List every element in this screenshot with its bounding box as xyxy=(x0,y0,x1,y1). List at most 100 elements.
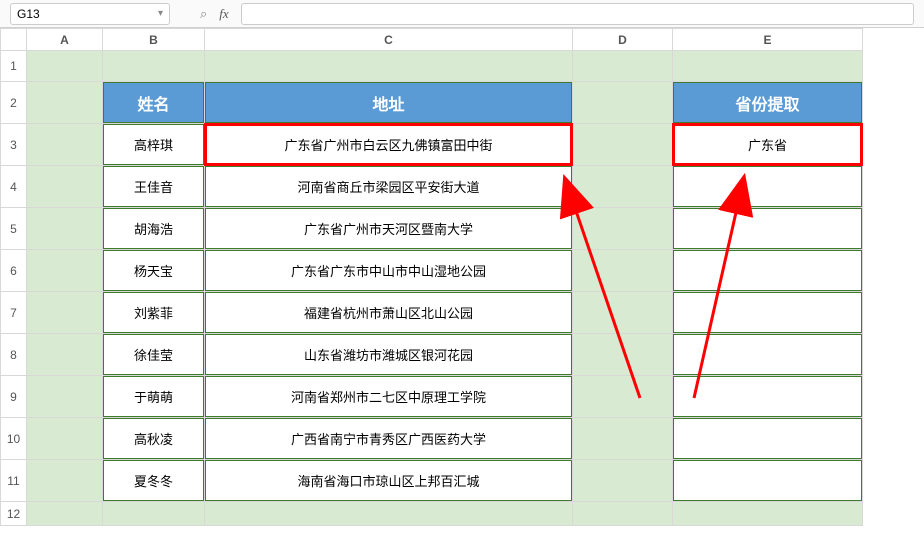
cell-C7[interactable]: 福建省杭州市萧山区北山公园 xyxy=(205,292,573,334)
cell-B3[interactable]: 高梓琪 xyxy=(103,124,205,166)
name-box[interactable]: G13 ▾ xyxy=(10,3,170,25)
cell-A9[interactable] xyxy=(27,376,103,418)
data-name-7: 高秋凌 xyxy=(103,418,204,459)
row-header-6[interactable]: 6 xyxy=(1,250,27,292)
data-addr-3: 广东省广东市中山市中山湿地公园 xyxy=(205,250,572,291)
data-extract-8 xyxy=(673,460,862,501)
cell-B6[interactable]: 杨天宝 xyxy=(103,250,205,292)
cell-A7[interactable] xyxy=(27,292,103,334)
col-header-C[interactable]: C xyxy=(205,29,573,51)
cell-C4[interactable]: 河南省商丘市梁园区平安街大道 xyxy=(205,166,573,208)
cell-E1[interactable] xyxy=(673,51,863,82)
cell-A3[interactable] xyxy=(27,124,103,166)
col-header-E[interactable]: E xyxy=(673,29,863,51)
cell-E4[interactable] xyxy=(673,166,863,208)
cell-E5[interactable] xyxy=(673,208,863,250)
row-header-11[interactable]: 11 xyxy=(1,460,27,502)
cell-A12[interactable] xyxy=(27,502,103,526)
data-addr-0: 广东省广州市白云区九佛镇富田中街 xyxy=(205,124,572,165)
cell-D10[interactable] xyxy=(573,418,673,460)
cell-C9[interactable]: 河南省郑州市二七区中原理工学院 xyxy=(205,376,573,418)
cell-A11[interactable] xyxy=(27,460,103,502)
chevron-down-icon[interactable]: ▾ xyxy=(158,8,163,19)
cell-A5[interactable] xyxy=(27,208,103,250)
cell-D3[interactable] xyxy=(573,124,673,166)
data-extract-5 xyxy=(673,334,862,375)
row-header-1[interactable]: 1 xyxy=(1,51,27,82)
cell-D2[interactable] xyxy=(573,82,673,124)
cell-B9[interactable]: 于萌萌 xyxy=(103,376,205,418)
row-header-9[interactable]: 9 xyxy=(1,376,27,418)
cell-D12[interactable] xyxy=(573,502,673,526)
data-extract-3 xyxy=(673,250,862,291)
cell-C8[interactable]: 山东省潍坊市潍城区银河花园 xyxy=(205,334,573,376)
data-addr-1: 河南省商丘市梁园区平安街大道 xyxy=(205,166,572,207)
cell-D8[interactable] xyxy=(573,334,673,376)
cell-E11[interactable] xyxy=(673,460,863,502)
cell-B1[interactable] xyxy=(103,51,205,82)
data-extract-0: 广东省 xyxy=(673,124,862,165)
cell-E2[interactable]: 省份提取 xyxy=(673,82,863,124)
cell-C6[interactable]: 广东省广东市中山市中山湿地公园 xyxy=(205,250,573,292)
col-header-B[interactable]: B xyxy=(103,29,205,51)
spreadsheet-grid[interactable]: A B C D E 1 2 姓名 地址 省份提取 xyxy=(0,28,863,526)
search-icon[interactable]: ⌕ xyxy=(200,6,207,22)
cell-C10[interactable]: 广西省南宁市青秀区广西医药大学 xyxy=(205,418,573,460)
select-all-corner[interactable] xyxy=(1,29,27,51)
cell-E9[interactable] xyxy=(673,376,863,418)
cell-C5[interactable]: 广东省广州市天河区暨南大学 xyxy=(205,208,573,250)
cell-D9[interactable] xyxy=(573,376,673,418)
cell-D4[interactable] xyxy=(573,166,673,208)
row-header-12[interactable]: 12 xyxy=(1,502,27,526)
data-name-2: 胡海浩 xyxy=(103,208,204,249)
row-header-7[interactable]: 7 xyxy=(1,292,27,334)
col-header-A[interactable]: A xyxy=(27,29,103,51)
data-addr-2: 广东省广州市天河区暨南大学 xyxy=(205,208,572,249)
cell-C12[interactable] xyxy=(205,502,573,526)
col-header-D[interactable]: D xyxy=(573,29,673,51)
cell-E3[interactable]: 广东省 xyxy=(673,124,863,166)
formula-input[interactable] xyxy=(241,3,914,25)
data-name-0: 高梓琪 xyxy=(103,124,204,165)
cell-A6[interactable] xyxy=(27,250,103,292)
cell-E12[interactable] xyxy=(673,502,863,526)
cell-A10[interactable] xyxy=(27,418,103,460)
cell-B4[interactable]: 王佳音 xyxy=(103,166,205,208)
data-extract-7 xyxy=(673,418,862,459)
cell-E10[interactable] xyxy=(673,418,863,460)
row-header-4[interactable]: 4 xyxy=(1,166,27,208)
cell-A4[interactable] xyxy=(27,166,103,208)
cell-D5[interactable] xyxy=(573,208,673,250)
data-name-4: 刘紫菲 xyxy=(103,292,204,333)
fx-icon[interactable]: fx xyxy=(219,6,228,22)
data-extract-4 xyxy=(673,292,862,333)
cell-D11[interactable] xyxy=(573,460,673,502)
cell-B8[interactable]: 徐佳莹 xyxy=(103,334,205,376)
cell-B11[interactable]: 夏冬冬 xyxy=(103,460,205,502)
cell-C2[interactable]: 地址 xyxy=(205,82,573,124)
cell-A2[interactable] xyxy=(27,82,103,124)
cell-B5[interactable]: 胡海浩 xyxy=(103,208,205,250)
cell-A1[interactable] xyxy=(27,51,103,82)
cell-D7[interactable] xyxy=(573,292,673,334)
cell-B7[interactable]: 刘紫菲 xyxy=(103,292,205,334)
cell-B10[interactable]: 高秋凌 xyxy=(103,418,205,460)
cell-C3[interactable]: 广东省广州市白云区九佛镇富田中街 xyxy=(205,124,573,166)
row-header-3[interactable]: 3 xyxy=(1,124,27,166)
cell-D1[interactable] xyxy=(573,51,673,82)
data-addr-6: 河南省郑州市二七区中原理工学院 xyxy=(205,376,572,417)
cell-B12[interactable] xyxy=(103,502,205,526)
cell-B2[interactable]: 姓名 xyxy=(103,82,205,124)
data-name-1: 王佳音 xyxy=(103,166,204,207)
cell-D6[interactable] xyxy=(573,250,673,292)
cell-C11[interactable]: 海南省海口市琼山区上邦百汇城 xyxy=(205,460,573,502)
cell-E7[interactable] xyxy=(673,292,863,334)
row-header-8[interactable]: 8 xyxy=(1,334,27,376)
cell-C1[interactable] xyxy=(205,51,573,82)
row-header-5[interactable]: 5 xyxy=(1,208,27,250)
row-header-10[interactable]: 10 xyxy=(1,418,27,460)
cell-E8[interactable] xyxy=(673,334,863,376)
row-header-2[interactable]: 2 xyxy=(1,82,27,124)
cell-A8[interactable] xyxy=(27,334,103,376)
cell-E6[interactable] xyxy=(673,250,863,292)
